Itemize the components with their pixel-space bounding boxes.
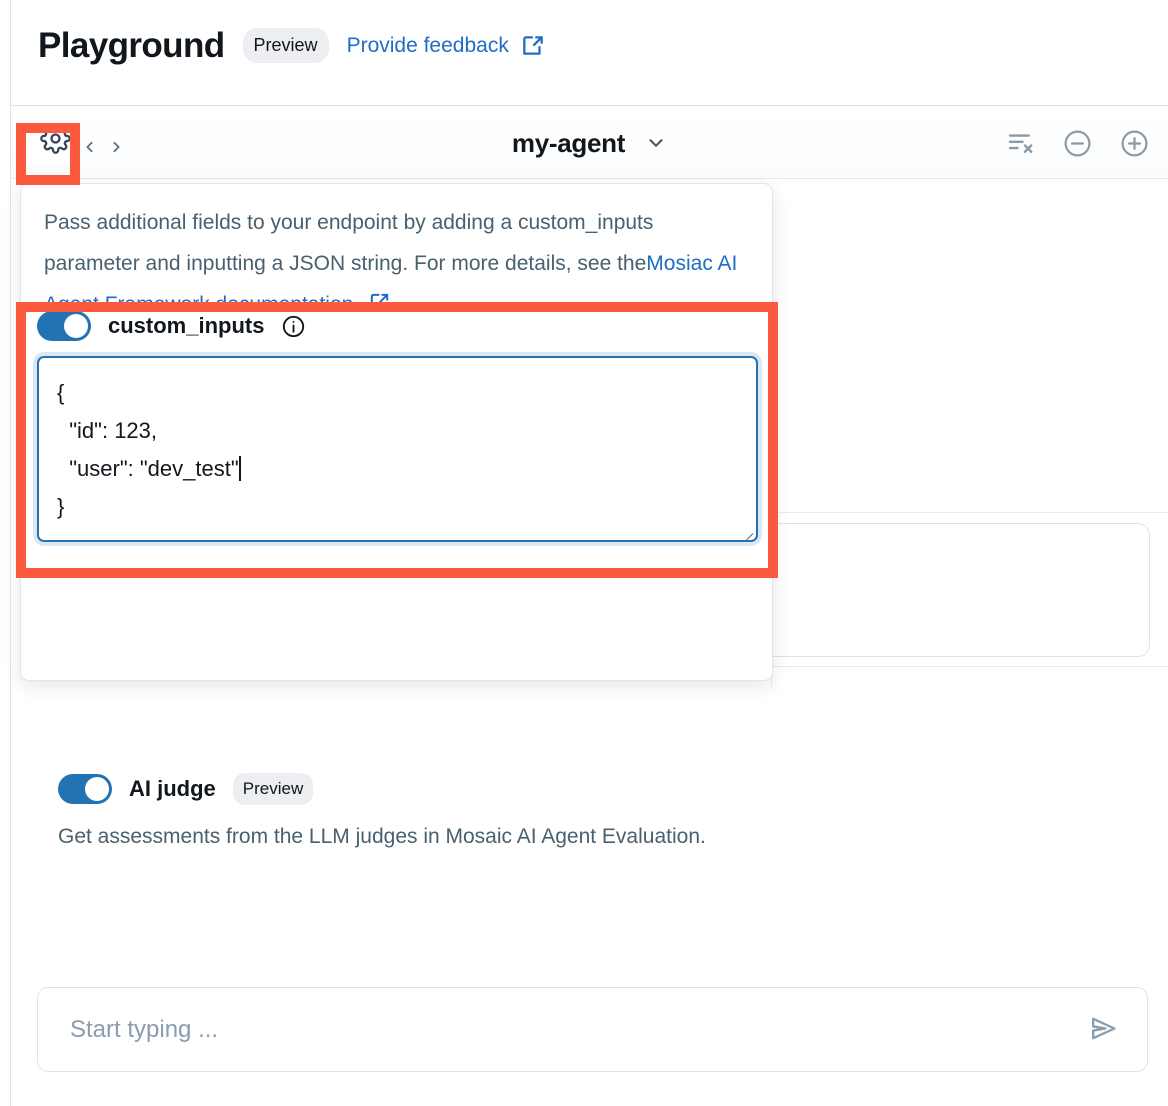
ai-judge-description: Get assessments from the LLM judges in M… [58, 822, 768, 852]
custom-inputs-label: custom_inputs [108, 313, 264, 339]
ai-judge-toggle-row: AI judge Preview [58, 773, 768, 805]
conversation-nav [81, 137, 125, 157]
info-icon[interactable] [281, 314, 306, 339]
plus-circle-icon[interactable] [1114, 123, 1154, 163]
playground-page: Playground Preview Provide feedback [0, 0, 1168, 1106]
chevron-right-icon[interactable] [108, 137, 125, 157]
custom-inputs-toggle-row: custom_inputs [16, 311, 762, 341]
resize-handle[interactable] [737, 521, 753, 537]
custom-inputs-description: Pass additional fields to your endpoint … [21, 184, 772, 328]
custom-inputs-toggle[interactable] [37, 311, 91, 341]
chat-message-card [760, 523, 1150, 657]
provide-feedback-link[interactable]: Provide feedback [347, 33, 546, 59]
ai-judge-toggle[interactable] [58, 774, 112, 804]
settings-gear-button[interactable] [33, 119, 77, 163]
page-title: Playground [38, 28, 225, 63]
toggle-knob [85, 777, 109, 801]
playground-toolbar: my-agent [11, 107, 1168, 179]
chat-divider-bottom [756, 666, 1168, 667]
external-link-icon [520, 33, 546, 59]
custom-inputs-value: { "id": 123, "user": "dev_test" [57, 380, 239, 481]
ai-judge-section: AI judge Preview Get assessments from th… [58, 773, 768, 852]
text-cursor [239, 456, 241, 481]
minus-circle-icon[interactable] [1057, 123, 1097, 163]
send-button[interactable] [1081, 1008, 1125, 1052]
custom-inputs-textarea[interactable]: { "id": 123, "user": "dev_test" } [37, 356, 758, 542]
custom-inputs-section: custom_inputs { "id": 123, "user": "dev_… [16, 311, 762, 542]
chat-input[interactable] [68, 1015, 1081, 1045]
chat-composer [37, 987, 1148, 1072]
page-header: Playground Preview Provide feedback [11, 0, 1168, 106]
preview-badge: Preview [243, 28, 329, 63]
ai-judge-label: AI judge [129, 776, 216, 802]
chevron-left-icon[interactable] [81, 137, 98, 157]
chevron-down-icon[interactable] [645, 132, 667, 154]
gear-icon [40, 123, 71, 159]
chat-divider-top [756, 512, 1168, 513]
provide-feedback-label: Provide feedback [347, 34, 509, 58]
description-text: Pass additional fields to your endpoint … [44, 211, 653, 275]
json-closing-brace: } [57, 494, 64, 519]
ai-judge-preview-badge: Preview [233, 773, 313, 805]
agent-name-label[interactable]: my-agent [512, 128, 625, 159]
send-icon [1088, 1013, 1119, 1047]
agent-selector: my-agent [11, 107, 1168, 179]
toolbar-actions [1000, 107, 1154, 179]
clear-list-icon[interactable] [1000, 123, 1040, 163]
toggle-knob [64, 314, 88, 338]
